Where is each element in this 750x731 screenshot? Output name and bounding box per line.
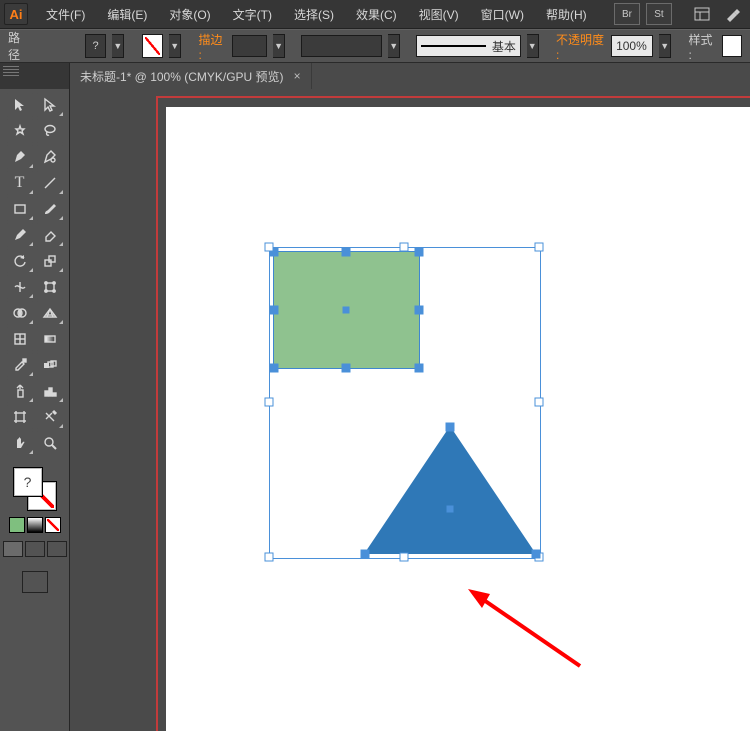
menu-effect[interactable]: 效果(C) [346,2,407,27]
variable-width-profile[interactable] [301,35,383,57]
blend-tool[interactable] [36,353,64,377]
graphic-style-swatch[interactable] [722,35,742,57]
anchor[interactable] [361,550,370,559]
sel-handle[interactable] [265,553,274,562]
sel-handle[interactable] [265,243,274,252]
fill-color-indicator[interactable] [13,467,43,497]
lasso-tool[interactable] [36,119,64,143]
eyedropper-tool[interactable] [6,353,34,377]
stock-button[interactable]: St [646,3,672,25]
arrange-documents-icon[interactable] [690,4,714,24]
control-bar: 路径 ? ▼ ▼ 描边 : ▼ ▼ 基本 ▼ 不透明度 : 100% ▼ 样式 … [0,29,750,63]
style-label: 样式 : [689,31,717,62]
tools-panel: T [0,89,70,731]
document-tab-strip: 未标题-1* @ 100% (CMYK/GPU 预览) × [0,63,750,89]
work-area: T [0,89,750,731]
document-tab-title: 未标题-1* @ 100% (CMYK/GPU 预览) [80,68,284,85]
color-mode-gradient[interactable] [27,517,43,533]
draw-behind-mode[interactable] [25,541,45,557]
scale-tool[interactable] [36,249,64,273]
center-point[interactable] [447,506,454,513]
perspective-grid-tool[interactable] [36,301,64,325]
draw-normal-mode[interactable] [3,541,23,557]
sel-handle[interactable] [400,553,409,562]
slice-tool[interactable] [36,405,64,429]
annotation-arrow [460,584,590,677]
menu-help[interactable]: 帮助(H) [536,2,597,27]
paintbrush-tool[interactable] [36,197,64,221]
sel-handle[interactable] [400,243,409,252]
canvas-viewport[interactable] [70,89,750,731]
document-tab[interactable]: 未标题-1* @ 100% (CMYK/GPU 预览) × [70,63,312,89]
artboard-tool[interactable] [6,405,34,429]
selection-tool[interactable] [6,93,34,117]
opacity-dropdown[interactable]: ▼ [659,34,671,58]
menu-view[interactable]: 视图(V) [409,2,469,27]
free-transform-tool[interactable] [36,275,64,299]
menu-window[interactable]: 窗口(W) [471,2,534,27]
color-mode-color[interactable] [9,517,25,533]
selection-context-label: 路径 [8,29,30,63]
menu-select[interactable]: 选择(S) [284,2,344,27]
menu-object[interactable]: 对象(O) [159,2,220,27]
document-tab-close[interactable]: × [294,69,301,83]
fill-stroke-indicator[interactable] [13,467,57,511]
gradient-tool[interactable] [36,327,64,351]
column-graph-tool[interactable] [36,379,64,403]
anchor[interactable] [446,423,455,432]
symbol-sprayer-tool[interactable] [6,379,34,403]
brush-definition[interactable]: 基本 [416,35,521,57]
screen-mode-button[interactable] [22,571,48,593]
stroke-weight-dropdown[interactable]: ▼ [273,34,285,58]
anchor[interactable] [532,550,541,559]
pen-tool[interactable] [6,145,34,169]
pencil-tool[interactable] [6,223,34,247]
color-mode-none[interactable] [45,517,61,533]
opacity-field[interactable]: 100% [611,35,653,57]
sel-handle[interactable] [535,398,544,407]
rectangle-tool[interactable] [6,197,34,221]
app-logo: Ai [4,3,28,25]
width-tool[interactable] [6,275,34,299]
stroke-dropdown[interactable]: ▼ [169,34,181,58]
draw-inside-mode[interactable] [47,541,67,557]
magic-wand-tool[interactable] [6,119,34,143]
direct-selection-tool[interactable] [36,93,64,117]
menubar: Ai 文件(F) 编辑(E) 对象(O) 文字(T) 选择(S) 效果(C) 视… [0,0,750,29]
variable-width-dropdown[interactable]: ▼ [388,34,400,58]
selection-bounds-outer[interactable] [269,247,541,559]
hand-tool[interactable] [6,431,34,455]
fill-dropdown[interactable]: ▼ [112,34,124,58]
bridge-button[interactable]: Br [614,3,640,25]
eraser-tool[interactable] [36,223,64,247]
stroke-swatch[interactable] [142,34,164,58]
sel-handle[interactable] [265,398,274,407]
rotate-tool[interactable] [6,249,34,273]
zoom-tool[interactable] [36,431,64,455]
fill-swatch[interactable]: ? [85,34,107,58]
brush-definition-label: 基本 [492,38,516,55]
line-segment-tool[interactable] [36,171,64,195]
menu-type[interactable]: 文字(T) [223,2,282,27]
type-tool[interactable]: T [6,171,34,195]
shape-builder-tool[interactable] [6,301,34,325]
menu-edit[interactable]: 编辑(E) [97,2,157,27]
brush-definition-dropdown[interactable]: ▼ [527,34,539,58]
stroke-weight-field[interactable] [232,35,267,57]
menu-file[interactable]: 文件(F) [36,2,95,27]
tools-panel-header [0,63,70,89]
mesh-tool[interactable] [6,327,34,351]
sel-handle[interactable] [535,243,544,252]
stroke-weight-label: 描边 : [198,31,226,62]
opacity-label: 不透明度 : [556,31,605,62]
curvature-tool[interactable] [36,145,64,169]
gpu-brush-icon[interactable] [720,4,744,24]
panel-grip-icon[interactable] [3,66,19,76]
